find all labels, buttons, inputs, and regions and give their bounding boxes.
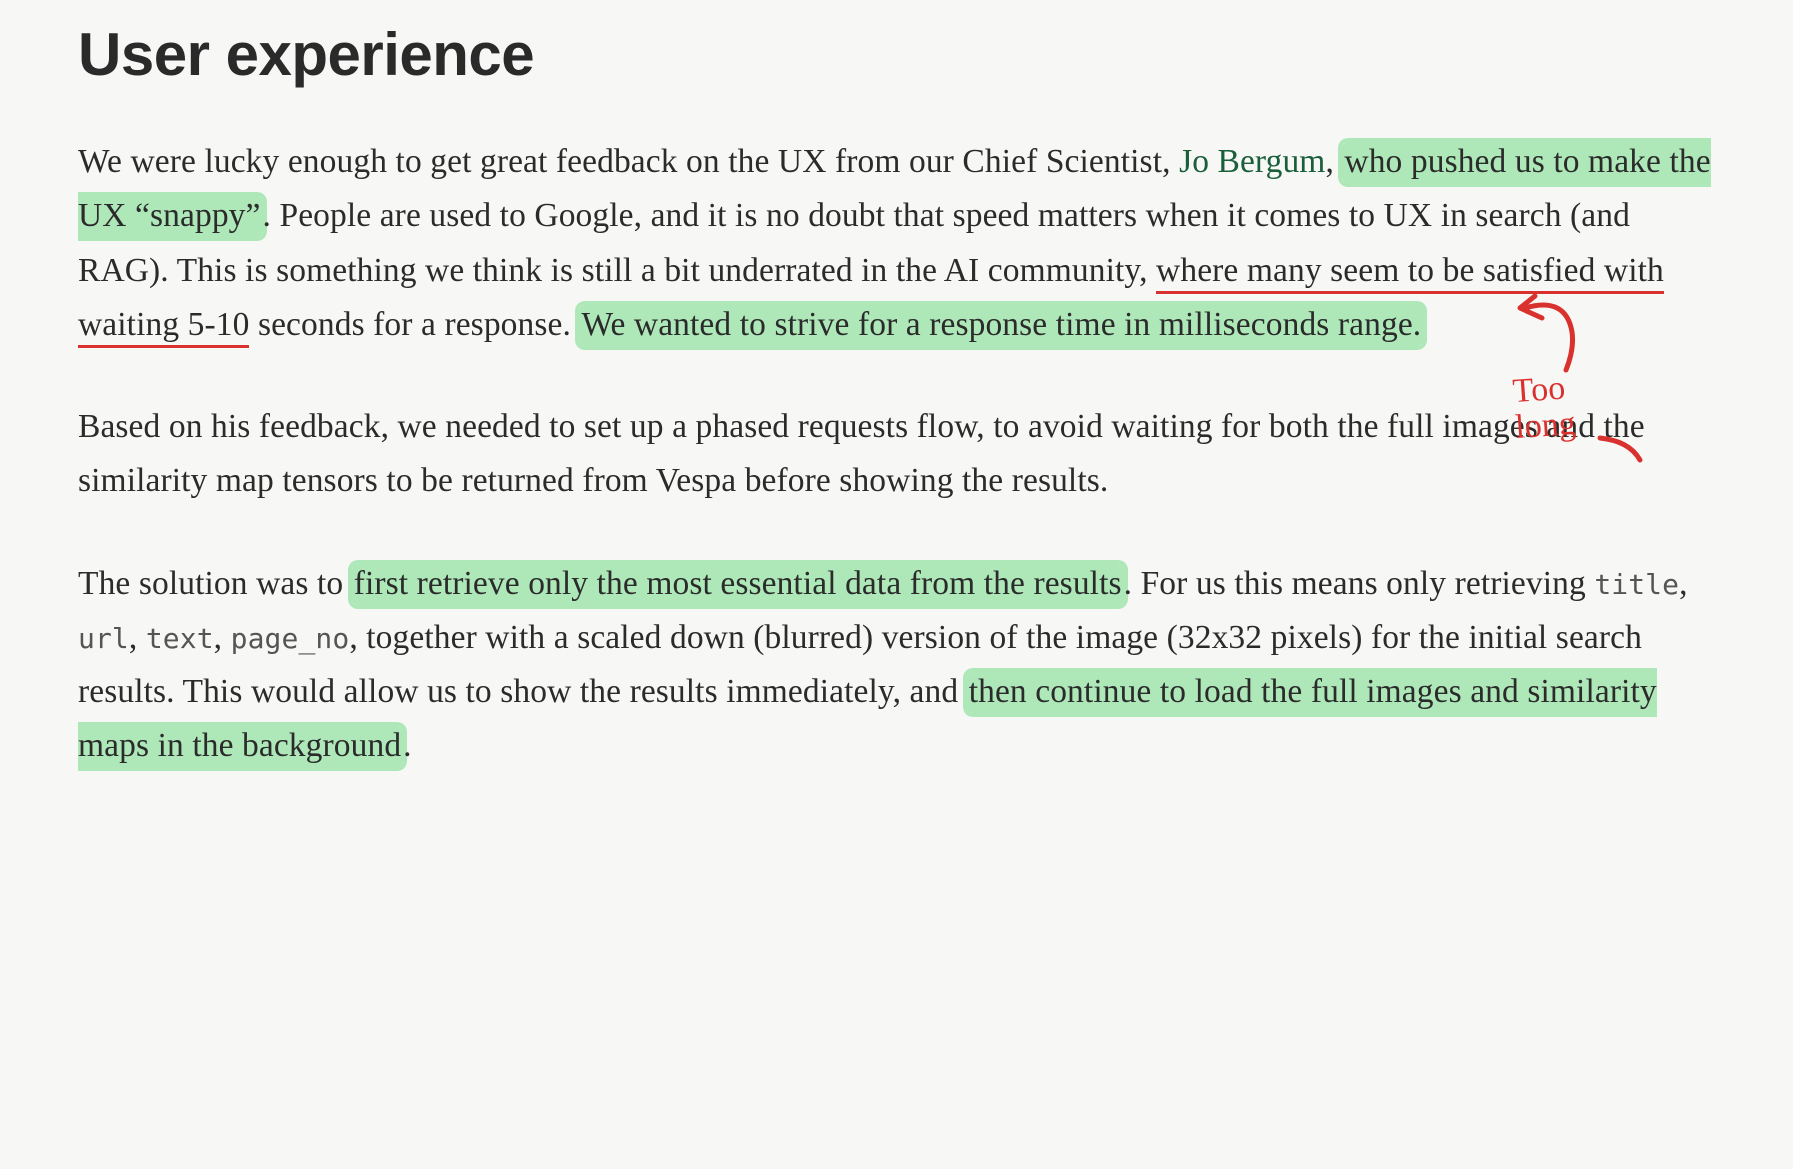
p1-text-2: , <box>1325 143 1342 180</box>
p3-text-1: The solution was to <box>78 565 352 602</box>
p1-text-4: seconds for a response. <box>249 306 579 343</box>
code-page-no: page_no <box>231 622 350 655</box>
section-heading: User experience <box>78 20 1713 89</box>
p3-c3: , <box>214 619 231 656</box>
highlight-ms-range: We wanted to strive for a response time … <box>579 305 1423 346</box>
p3-c1: , <box>1679 565 1687 602</box>
p3-text-2: . For us this means only retrieving <box>1124 565 1595 602</box>
code-url: url <box>78 622 129 655</box>
author-link[interactable]: Jo Bergum <box>1179 143 1325 180</box>
paragraph-1: We were lucky enough to get great feedba… <box>78 135 1713 352</box>
p2-text-1: Based on his feedback, we needed to set … <box>78 408 1645 499</box>
code-text: text <box>146 622 214 655</box>
code-title: title <box>1594 568 1679 601</box>
p1-text-1: We were lucky enough to get great feedba… <box>78 143 1179 180</box>
paragraph-2: Based on his feedback, we needed to set … <box>78 400 1713 509</box>
document-page: User experience We were lucky enough to … <box>0 0 1793 1169</box>
p3-c2: , <box>129 619 146 656</box>
paragraph-3: The solution was to first retrieve only … <box>78 557 1713 774</box>
p3-text-4: . <box>403 727 411 764</box>
highlight-essential-data: first retrieve only the most essential d… <box>352 564 1124 605</box>
